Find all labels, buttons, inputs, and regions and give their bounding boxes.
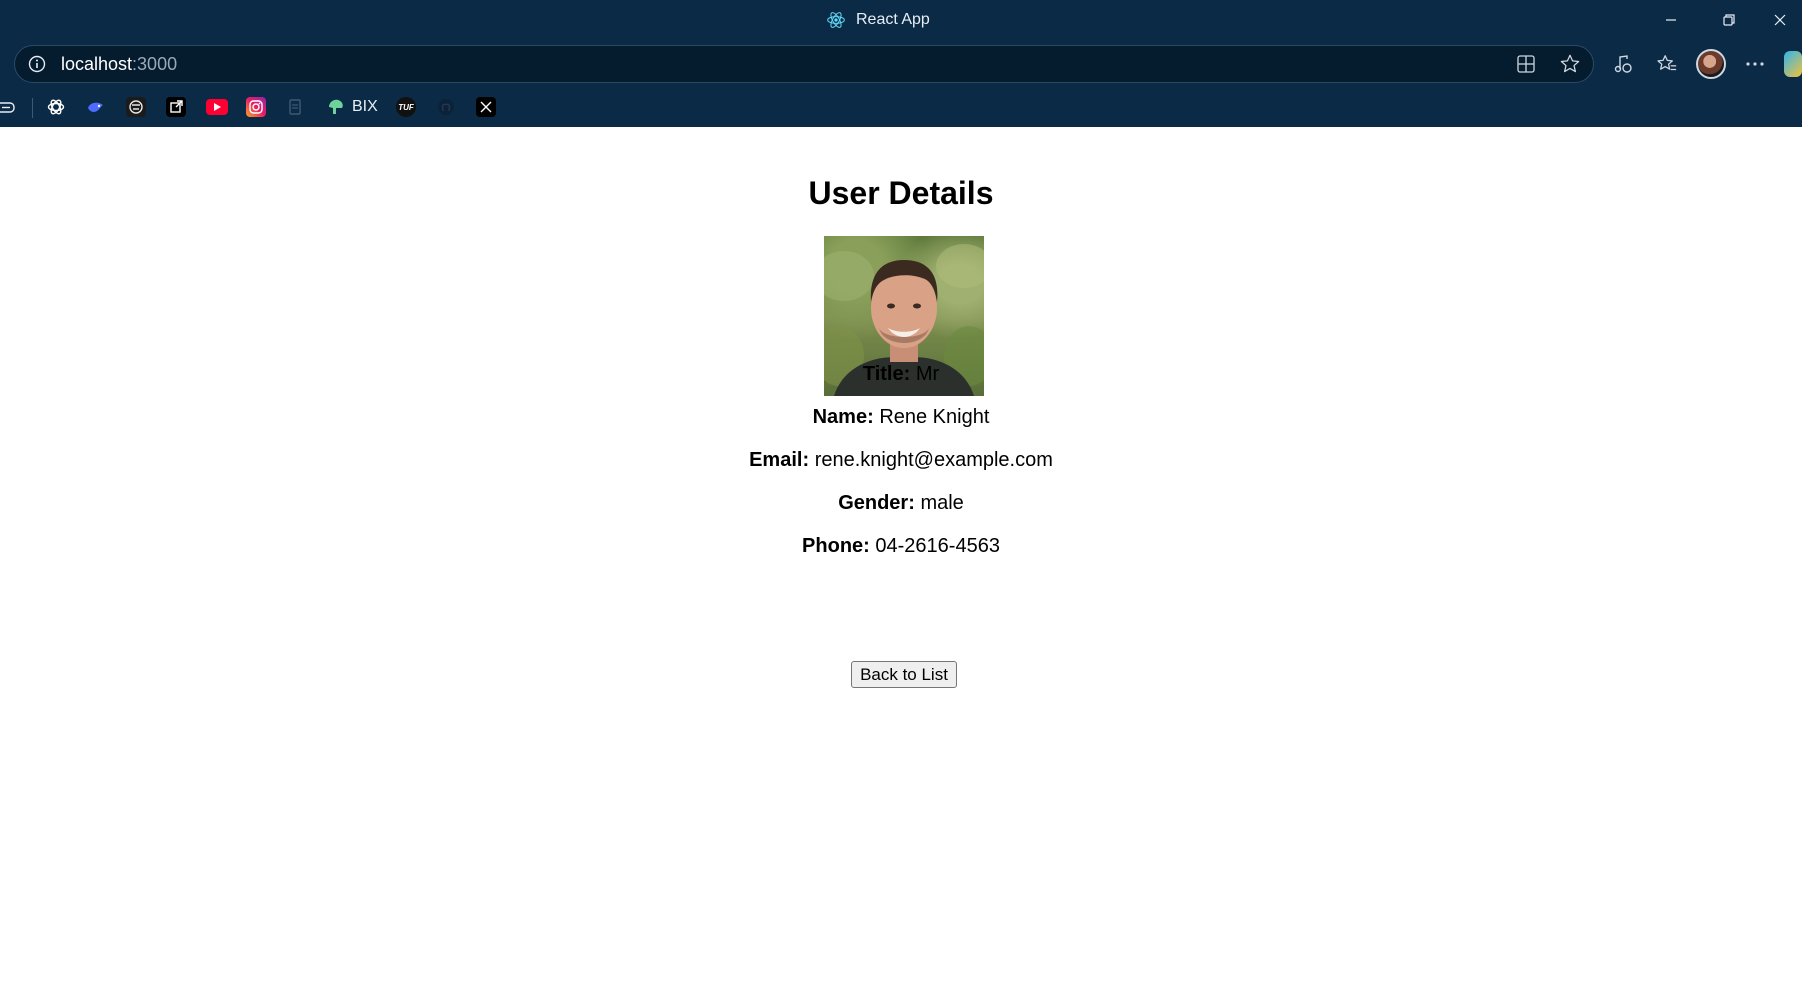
minimize-button[interactable]: [1642, 0, 1700, 40]
youtube-icon: [206, 99, 228, 115]
url-text[interactable]: localhost:3000: [61, 54, 177, 75]
instagram-icon: [246, 97, 266, 117]
window-controls: [1642, 0, 1802, 40]
bookmark-10[interactable]: [476, 95, 496, 119]
bookmark-5[interactable]: [246, 95, 266, 119]
bookmark-0[interactable]: [46, 95, 66, 119]
field-value: Mr: [915, 363, 940, 385]
address-bar-actions: [1511, 46, 1585, 82]
back-to-list-button[interactable]: Back to List: [851, 661, 957, 688]
bookmark-8[interactable]: TUF: [396, 95, 416, 119]
bookmark-2[interactable]: [126, 95, 146, 119]
x-icon: [476, 97, 496, 117]
field-value: rene.knight@example.com: [814, 449, 1053, 471]
chatgpt-icon: [46, 97, 66, 117]
browser-chrome: React App localhost:3000 BIX TUF: [0, 0, 1802, 127]
address-bar[interactable]: localhost:3000: [14, 45, 1594, 83]
field-label: Gender:: [838, 492, 915, 514]
window-title: React App: [826, 9, 930, 31]
favorites-icon[interactable]: [1652, 49, 1682, 79]
site-info-icon[interactable]: [27, 54, 47, 74]
field-value: Rene Knight: [879, 406, 990, 428]
deepseek-icon: [86, 97, 106, 117]
restore-icon: [1723, 14, 1735, 26]
title-bar: React App: [0, 0, 1802, 40]
field-value: male: [920, 492, 964, 514]
field-label: Name:: [812, 406, 874, 428]
close-button[interactable]: [1758, 0, 1802, 40]
field-label: Title:: [862, 363, 911, 385]
page-content: User Details Title: Mr Name: Rene Knight…: [0, 127, 1802, 984]
bookmark-4[interactable]: [206, 95, 228, 119]
more-options-icon[interactable]: [1740, 49, 1770, 79]
field-phone: Phone: 04-2616-4563: [0, 535, 1802, 558]
toolbar-actions: [1608, 45, 1802, 83]
page-title: User Details: [808, 175, 994, 211]
external-link-icon: [166, 97, 186, 117]
field-gender: Gender: male: [0, 492, 1802, 515]
copilot-icon[interactable]: [1784, 51, 1802, 77]
app-available-icon[interactable]: [1511, 49, 1541, 79]
close-icon: [1774, 14, 1786, 26]
field-value: 04-2616-4563: [875, 535, 1000, 557]
url-host: localhost: [61, 53, 133, 74]
bookmark-3[interactable]: [166, 95, 186, 119]
browser-toolbar: localhost:3000: [0, 42, 1802, 86]
bix-icon: [326, 97, 346, 117]
field-label: Email:: [749, 449, 810, 471]
bookmark-1[interactable]: [86, 95, 106, 119]
document-icon: [286, 97, 306, 117]
react-logo-icon: [826, 10, 846, 30]
tuf-icon: TUF: [396, 97, 416, 117]
field-name: Name: Rene Knight: [0, 406, 1802, 429]
minimize-icon: [1666, 19, 1676, 21]
bookmark-9[interactable]: [436, 95, 456, 119]
field-email: Email: rene.knight@example.com: [0, 449, 1802, 472]
bookmark-6[interactable]: [286, 95, 306, 119]
bookmarks-bar: BIX TUF: [0, 92, 1802, 122]
window-title-text: React App: [856, 11, 930, 28]
restore-button[interactable]: [1700, 0, 1758, 40]
url-port: :3000: [132, 53, 178, 74]
favorite-star-icon[interactable]: [1555, 49, 1585, 79]
github-icon: [436, 97, 456, 117]
field-title: Title: Mr: [0, 363, 1802, 386]
field-label: Phone:: [802, 535, 870, 557]
profile-avatar[interactable]: [1696, 49, 1726, 79]
codechef-icon: [126, 97, 146, 117]
bookmarks-separator: [32, 98, 33, 118]
bookmark-folder-icon[interactable]: [0, 95, 16, 119]
media-control-icon[interactable]: [1608, 49, 1638, 79]
bookmark-label: BIX: [352, 98, 378, 115]
bookmark-7[interactable]: BIX: [326, 95, 378, 119]
